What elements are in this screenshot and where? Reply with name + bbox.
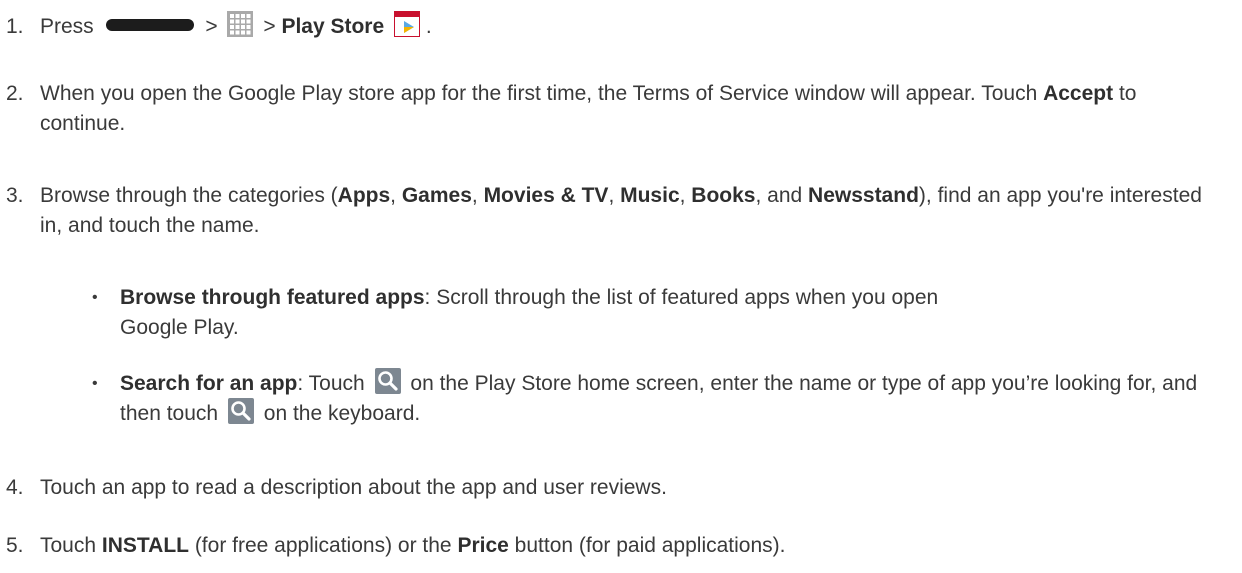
accept-label: Accept [1043, 82, 1114, 105]
step-text: Touch INSTALL (for free applications) or… [40, 534, 786, 557]
step-number: 2. [6, 82, 24, 105]
step-number: 1. [6, 15, 24, 38]
step-text: Browse through the categories (Apps, Gam… [40, 184, 1202, 237]
category-games: Games [401, 184, 472, 207]
price-label: Price [457, 534, 509, 557]
bullet-title: Search for an app [120, 372, 298, 395]
step-number: 4. [6, 476, 24, 499]
bullet-text: Search for an app: Touch on the Play Sto… [120, 368, 1210, 429]
category-music: Music [620, 184, 680, 207]
bullet-dot: • [92, 289, 98, 306]
bullet-text: Browse through featured apps: Scroll thr… [120, 286, 939, 339]
category-apps: Apps [337, 184, 391, 207]
step-text: Touch an app to read a description about… [40, 476, 667, 499]
play-store-icon [394, 11, 420, 38]
step-text: When you open the Google Play store app … [40, 82, 1137, 135]
category-newsstand: Newsstand [808, 184, 919, 207]
step-number: 5. [6, 534, 24, 557]
bullet-title: Browse through featured apps [120, 286, 425, 309]
category-movies-tv: Movies & TV [483, 184, 609, 207]
search-icon [227, 398, 254, 425]
search-icon [374, 368, 401, 395]
step-text: Press > > Play Store . [40, 11, 1225, 42]
category-books: Books [691, 184, 756, 207]
home-key-icon [105, 19, 194, 32]
step-number: 3. [6, 184, 24, 207]
instructions-document: 1. Press > > Play Store . 2. When you op… [0, 0, 1242, 573]
bullet-dot: • [92, 375, 98, 392]
install-label: INSTALL [101, 534, 189, 557]
play-store-label: Play Store [281, 15, 385, 38]
apps-grid-icon [227, 11, 254, 38]
